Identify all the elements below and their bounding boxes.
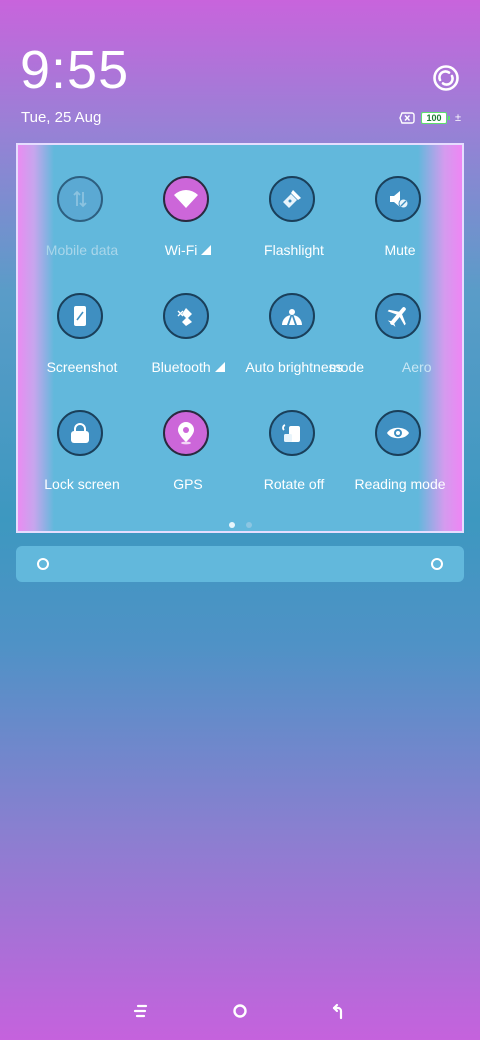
tile-auto-brightness[interactable]: Auto brightness <box>241 293 347 393</box>
rotate-off-icon <box>282 424 300 442</box>
rotate-off-button[interactable] <box>269 410 315 456</box>
tile-label-partial: mode <box>329 359 365 375</box>
lock-screen-button[interactable] <box>57 410 103 456</box>
tile-mobile-data[interactable]: Mobile data <box>29 176 135 276</box>
mute-icon <box>390 191 409 209</box>
page-dot[interactable] <box>246 522 252 528</box>
mobile-data-icon <box>73 190 87 208</box>
reading-mode-icon <box>387 427 409 439</box>
signal-triangle-icon <box>214 362 225 372</box>
tile-screenshot[interactable]: Screenshot <box>29 293 135 393</box>
tile-wifi[interactable]: Wi-Fi <box>135 176 241 276</box>
gps-button[interactable] <box>163 410 209 456</box>
slider-max-handle[interactable] <box>431 558 443 570</box>
bluetooth-icon <box>177 308 192 326</box>
tile-label-row: mode Aero <box>307 358 462 376</box>
page-dot-active[interactable] <box>229 522 235 528</box>
back-icon <box>332 1003 343 1020</box>
tile-flashlight[interactable]: Flashlight <box>241 176 347 276</box>
back-button[interactable] <box>327 999 351 1023</box>
battery-level: 100 <box>426 113 442 123</box>
gps-icon <box>178 422 194 445</box>
airplane-icon <box>387 307 406 327</box>
home-icon <box>233 1004 247 1018</box>
tile-label: Mute <box>384 242 416 258</box>
bluetooth-button[interactable] <box>163 293 209 339</box>
navigation-bar <box>0 996 480 1026</box>
tile-lock-screen[interactable]: Lock screen <box>29 410 135 510</box>
menu-icon <box>133 1004 148 1018</box>
screenshot-button[interactable] <box>57 293 103 339</box>
date: Tue, 25 Aug <box>21 109 102 126</box>
lock-screen-icon <box>71 423 89 443</box>
mute-button[interactable] <box>375 176 421 222</box>
quick-settings-panel: Mobile data Wi-Fi Flashlight Mute Screen… <box>16 143 464 533</box>
status-icons: 100 ± <box>399 110 461 126</box>
slider-min-handle[interactable] <box>37 558 49 570</box>
tile-rotate-off[interactable]: Rotate off <box>241 410 347 510</box>
signal-triangle-icon <box>201 245 212 255</box>
settings-icon[interactable] <box>432 64 460 92</box>
menu-button[interactable] <box>129 999 153 1023</box>
mobile-data-button[interactable] <box>57 176 103 222</box>
charging-icon: ± <box>454 112 461 124</box>
battery-indicator: 100 <box>420 112 450 124</box>
auto-brightness-button[interactable] <box>269 293 315 339</box>
wifi-icon <box>174 190 198 208</box>
flashlight-icon <box>283 190 301 208</box>
page-indicator <box>229 522 252 528</box>
tile-mute[interactable]: Mute <box>347 176 453 276</box>
reading-mode-button[interactable] <box>375 410 421 456</box>
airplane-mode-button[interactable] <box>375 293 421 339</box>
brightness-slider[interactable] <box>16 546 464 582</box>
tile-label: Wi-Fi <box>164 242 198 258</box>
tile-airplane-mode[interactable]: mode Aero <box>329 293 453 393</box>
home-button[interactable] <box>228 999 252 1023</box>
tile-gps[interactable]: GPS <box>135 410 241 510</box>
tile-label: Reading mode <box>354 476 446 492</box>
tile-label: Bluetooth <box>151 359 211 375</box>
no-sim-icon <box>399 112 415 124</box>
tile-bluetooth[interactable]: Bluetooth <box>135 293 241 393</box>
tile-label: Aero <box>401 359 432 375</box>
clock: 9:55 <box>20 40 130 100</box>
wifi-button[interactable] <box>163 176 209 222</box>
tile-reading-mode[interactable]: Reading mode <box>347 410 453 510</box>
screenshot-icon <box>74 306 86 326</box>
auto-brightness-icon <box>282 309 302 325</box>
flashlight-button[interactable] <box>269 176 315 222</box>
